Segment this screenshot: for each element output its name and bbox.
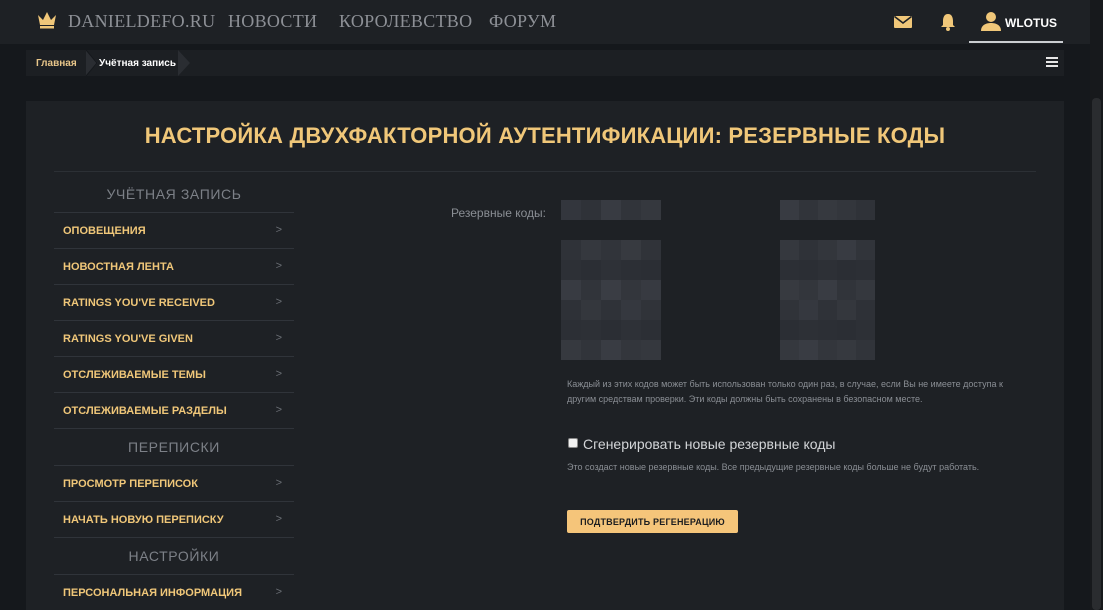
username: WLOTUS — [1005, 16, 1057, 30]
backup-code-redacted — [780, 260, 875, 280]
breadcrumb-separator-icon — [86, 50, 98, 76]
crown-icon[interactable] — [37, 11, 57, 29]
side-item-notifications[interactable]: ОПОВЕЩЕНИЯ > — [54, 213, 294, 249]
backup-code-redacted — [561, 280, 661, 300]
main-panel: НАСТРОЙКА ДВУХФАКТОРНОЙ АУТЕНТИФИКАЦИИ: … — [26, 101, 1064, 610]
chevron-right-icon: > — [275, 404, 282, 416]
chevron-right-icon: > — [275, 260, 282, 272]
chevron-right-icon: > — [275, 513, 282, 525]
brand-link[interactable]: DANIELDEFO.RU — [68, 11, 215, 32]
bell-icon[interactable] — [938, 12, 958, 32]
user-account-link[interactable]: WLOTUS — [969, 0, 1063, 43]
backup-code-redacted — [780, 300, 875, 320]
title-divider — [54, 171, 1036, 172]
backup-codes-column-left — [561, 200, 661, 360]
chevron-right-icon: > — [275, 224, 282, 236]
regenerate-checkbox[interactable] — [568, 438, 578, 448]
breadcrumb-current[interactable]: Учётная запись — [99, 58, 176, 69]
backup-code-redacted — [780, 320, 875, 340]
top-navigation: DANIELDEFO.RU НОВОСТИ КОРОЛЕВСТВО ФОРУМ … — [0, 0, 1090, 44]
user-icon — [981, 12, 1001, 31]
backup-codes-label: Резервные коды: — [451, 206, 546, 220]
side-item-watched-threads[interactable]: ОТСЛЕЖИВАЕМЫЕ ТЕМЫ > — [54, 357, 294, 393]
backup-codes-column-right — [780, 200, 875, 360]
hamburger-menu-icon[interactable] — [1046, 56, 1058, 68]
chevron-right-icon: > — [275, 586, 282, 598]
side-item-start-conversation[interactable]: НАЧАТЬ НОВУЮ ПЕРЕПИСКУ > — [54, 502, 294, 538]
backup-code-redacted — [561, 240, 661, 260]
scrollbar-thumb[interactable] — [1092, 98, 1101, 610]
backup-code-redacted — [780, 200, 875, 220]
breadcrumb-home[interactable]: Главная — [36, 58, 77, 69]
backup-code-redacted — [780, 340, 875, 360]
side-item-personal-info[interactable]: ПЕРСОНАЛЬНАЯ ИНФОРМАЦИЯ > — [54, 575, 294, 610]
chevron-right-icon: > — [275, 332, 282, 344]
side-heading-conversations: ПЕРЕПИСКИ — [54, 429, 294, 466]
backup-code-redacted — [561, 300, 661, 320]
backup-code-redacted — [561, 320, 661, 340]
backup-codes-help: Каждый из этих кодов может быть использо… — [567, 379, 1003, 404]
backup-code-redacted — [561, 200, 661, 220]
regenerate-help: Это создаст новые резервные коды. Все пр… — [567, 462, 980, 472]
nav-link-kingdom[interactable]: КОРОЛЕВСТВО — [339, 11, 472, 32]
chevron-right-icon: > — [275, 296, 282, 308]
nav-link-forum[interactable]: ФОРУМ — [489, 11, 556, 32]
confirm-regeneration-button[interactable]: ПОДТВЕРДИТЬ РЕГЕНЕРАЦИЮ — [567, 510, 738, 533]
side-item-ratings-given[interactable]: RATINGS YOU'VE GIVEN > — [54, 321, 294, 357]
side-item-ratings-received[interactable]: RATINGS YOU'VE RECEIVED > — [54, 285, 294, 321]
breadcrumb: Главная Учётная запись — [26, 50, 1064, 76]
side-heading-settings: НАСТРОЙКИ — [54, 538, 294, 575]
chevron-right-icon: > — [275, 477, 282, 489]
nav-link-news[interactable]: НОВОСТИ — [228, 11, 317, 32]
side-item-watched-forums[interactable]: ОТСЛЕЖИВАЕМЫЕ РАЗДЕЛЫ > — [54, 393, 294, 429]
envelope-icon[interactable] — [893, 12, 913, 32]
backup-code-redacted — [780, 280, 875, 300]
backup-code-redacted — [561, 340, 661, 360]
side-item-news-feed[interactable]: НОВОСТНАЯ ЛЕНТА > — [54, 249, 294, 285]
regenerate-checkbox-label[interactable]: Сгенерировать новые резервные коды — [583, 436, 835, 452]
breadcrumb-separator-icon — [178, 50, 190, 76]
backup-code-redacted — [780, 240, 875, 260]
chevron-right-icon: > — [275, 368, 282, 380]
account-side-menu: УЧЁТНАЯ ЗАПИСЬ ОПОВЕЩЕНИЯ > НОВОСТНАЯ ЛЕН… — [54, 176, 294, 610]
backup-code-redacted — [561, 260, 661, 280]
side-heading-account: УЧЁТНАЯ ЗАПИСЬ — [54, 176, 294, 213]
page-title: НАСТРОЙКА ДВУХФАКТОРНОЙ АУТЕНТИФИКАЦИИ: … — [144, 123, 946, 148]
side-item-view-conversations[interactable]: ПРОСМОТР ПЕРЕПИСОК > — [54, 466, 294, 502]
